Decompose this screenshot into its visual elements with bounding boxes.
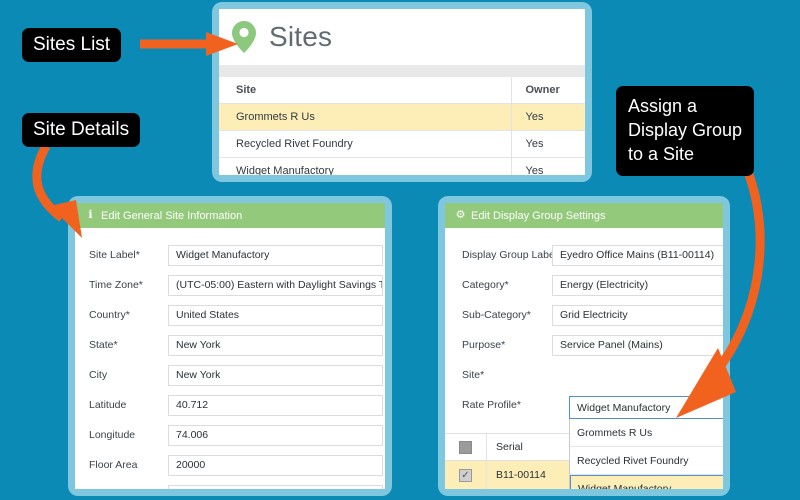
screenshot-root: Sites Site Owner Grommets R Us Yes Recyc… (0, 0, 800, 500)
arrows-layer (32, 32, 765, 418)
arrow-to-sites-list (140, 32, 238, 56)
callout-sites-list: Sites List (22, 28, 122, 62)
callout-assign-display-group: Assign a Display Group to a Site (616, 86, 755, 176)
callout-site-details: Site Details (22, 113, 141, 147)
arrow-to-site-dropdown (676, 170, 765, 418)
arrow-to-site-details (32, 143, 82, 238)
